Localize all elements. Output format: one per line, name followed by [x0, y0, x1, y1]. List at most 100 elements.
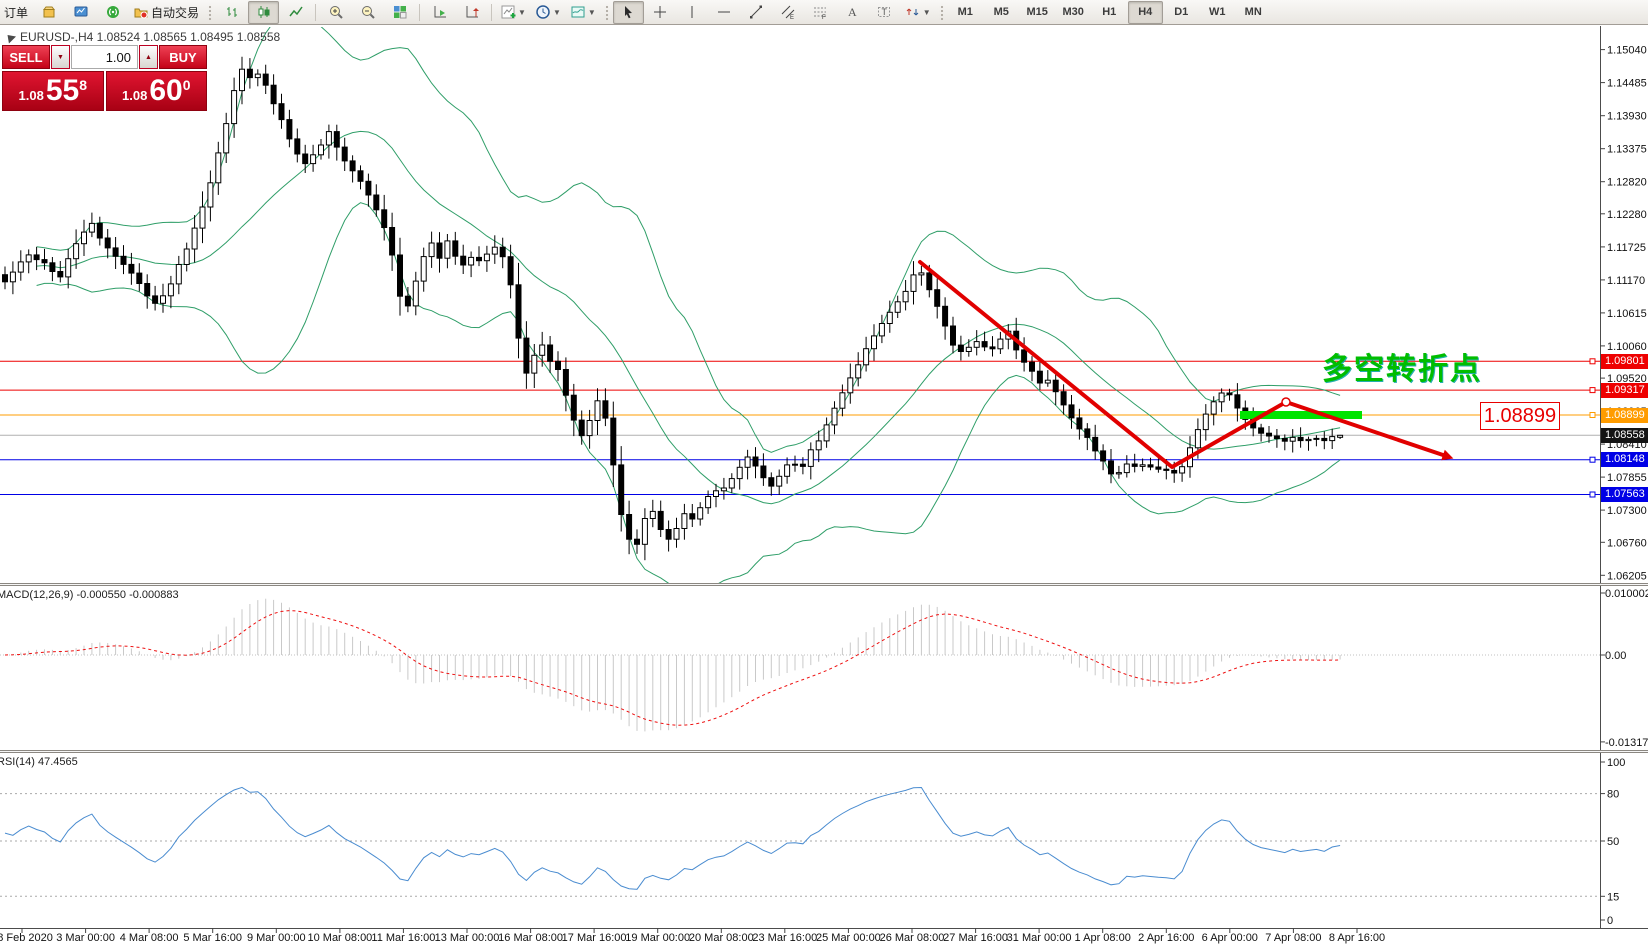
- volume-decrease-button[interactable]: ▼: [51, 45, 70, 69]
- svg-text:16 Mar 08:00: 16 Mar 08:00: [498, 932, 563, 944]
- svg-text:0.00: 0.00: [1605, 650, 1626, 662]
- new-order-button[interactable]: 订单: [0, 1, 32, 24]
- templates-button[interactable]: ▼: [566, 1, 600, 24]
- svg-text:5 Mar 16:00: 5 Mar 16:00: [183, 932, 242, 944]
- hline-icon: [716, 4, 732, 20]
- market-icon: [73, 4, 89, 20]
- candles-icon: [256, 4, 272, 20]
- signal-button[interactable]: [97, 1, 128, 24]
- volume-increase-button[interactable]: ▲: [139, 45, 158, 69]
- svg-text:E: E: [790, 15, 794, 20]
- svg-text:25 Mar 00:00: 25 Mar 00:00: [816, 932, 881, 944]
- svg-text:1.12820: 1.12820: [1607, 177, 1647, 189]
- buy-price-button[interactable]: 1.08 60 0: [106, 71, 208, 111]
- tile-icon: [392, 4, 408, 20]
- tile-windows-button[interactable]: [384, 1, 415, 24]
- text-label-button[interactable]: T: [869, 1, 900, 24]
- toolbar-grip: [939, 4, 944, 21]
- svg-text:8 Apr 16:00: 8 Apr 16:00: [1329, 932, 1385, 944]
- svg-text:1.13375: 1.13375: [1607, 144, 1647, 156]
- text-button[interactable]: A: [837, 1, 868, 24]
- price-axis-badge: 1.09317: [1601, 383, 1648, 398]
- svg-text:1.07300: 1.07300: [1607, 505, 1647, 517]
- chevron-down-icon: ▼: [553, 8, 561, 17]
- chart-shift-button[interactable]: [456, 1, 487, 24]
- vertical-line-button[interactable]: [677, 1, 708, 24]
- svg-text:9 Mar 00:00: 9 Mar 00:00: [247, 932, 306, 944]
- timeframe-m30[interactable]: M30: [1056, 1, 1091, 24]
- fibonacci-button[interactable]: F: [805, 1, 836, 24]
- cursor-icon: [620, 4, 636, 20]
- horizontal-line-button[interactable]: [709, 1, 740, 24]
- autoscroll-button[interactable]: [424, 1, 455, 24]
- svg-text:6 Apr 00:00: 6 Apr 00:00: [1202, 932, 1258, 944]
- timeframe-d1[interactable]: D1: [1164, 1, 1199, 24]
- template-icon: [570, 4, 586, 20]
- toolbar-separator: [491, 4, 492, 21]
- collapse-panel-icon[interactable]: [4, 31, 16, 43]
- buy-price-pip: 0: [183, 77, 191, 93]
- svg-text:80: 80: [1607, 789, 1619, 801]
- timeframe-mn[interactable]: MN: [1236, 1, 1271, 24]
- arrows-icon: [905, 4, 921, 20]
- volume-input[interactable]: 1.00: [71, 45, 138, 69]
- clock-icon: [535, 4, 551, 20]
- svg-text:1.13930: 1.13930: [1607, 111, 1647, 123]
- sell-price-button[interactable]: 1.08 55 8: [2, 71, 104, 111]
- symbol-ohlc-text: EURUSD-,H4 1.08524 1.08565 1.08495 1.085…: [20, 30, 280, 44]
- price-axis-badge: 1.08558: [1601, 428, 1648, 443]
- autoscroll-icon: [432, 4, 448, 20]
- zoom-in-icon: [328, 4, 344, 20]
- svg-text:11 Mar 16:00: 11 Mar 16:00: [371, 932, 435, 944]
- svg-text:1.15040: 1.15040: [1607, 45, 1647, 57]
- svg-text:27 Mar 16:00: 27 Mar 16:00: [943, 932, 1008, 944]
- svg-text:1.06760: 1.06760: [1607, 537, 1647, 549]
- arrows-button[interactable]: ▼: [901, 1, 935, 24]
- signal-icon: [105, 4, 121, 20]
- timeframe-m15[interactable]: M15: [1020, 1, 1055, 24]
- timeframe-h1[interactable]: H1: [1092, 1, 1127, 24]
- bars-icon: [224, 4, 240, 20]
- zoom-out-button[interactable]: [352, 1, 383, 24]
- trendline-button[interactable]: [741, 1, 772, 24]
- svg-text:1.11170: 1.11170: [1607, 275, 1645, 287]
- sell-button[interactable]: SELL: [2, 45, 50, 69]
- timeframe-h4[interactable]: H4: [1128, 1, 1163, 24]
- svg-text:F: F: [822, 15, 826, 20]
- autotrade-button[interactable]: 自动交易: [129, 1, 203, 24]
- svg-text:20 Mar 08:00: 20 Mar 08:00: [689, 932, 754, 944]
- toolbar-separator: [419, 4, 420, 21]
- package-icon: [41, 4, 57, 20]
- svg-text:2 Apr 16:00: 2 Apr 16:00: [1138, 932, 1194, 944]
- cursor-button[interactable]: [613, 1, 644, 24]
- bar-chart-button[interactable]: [216, 1, 247, 24]
- one-click-trade-panel: SELL ▼ 1.00 ▲ BUY 1.08 55 8 1.08 60 0: [2, 45, 207, 111]
- svg-text:7 Apr 08:00: 7 Apr 08:00: [1265, 932, 1321, 944]
- svg-text:1.11725: 1.11725: [1607, 242, 1646, 254]
- buy-button[interactable]: BUY: [159, 45, 207, 69]
- sell-price-main: 55: [46, 74, 79, 108]
- crosshair-button[interactable]: [645, 1, 676, 24]
- package-button[interactable]: [33, 1, 64, 24]
- timeframe-m5[interactable]: M5: [984, 1, 1019, 24]
- indicators-button[interactable]: ▼: [496, 1, 530, 24]
- svg-text:1.14485: 1.14485: [1607, 78, 1647, 90]
- market-watch-button[interactable]: [65, 1, 96, 24]
- candlestick-button[interactable]: [248, 1, 279, 24]
- line-chart-button[interactable]: [280, 1, 311, 24]
- rsi-label: RSI(14) 47.4565: [0, 756, 78, 768]
- timeframe-w1[interactable]: W1: [1200, 1, 1235, 24]
- fibo-icon: F: [812, 4, 828, 20]
- svg-text:31 Mar 00:00: 31 Mar 00:00: [1007, 932, 1072, 944]
- turning-point-annotation[interactable]: 多空转折点: [1322, 344, 1542, 388]
- periods-button[interactable]: ▼: [531, 1, 565, 24]
- equidistant-channel-button[interactable]: E: [773, 1, 804, 24]
- toolbar-grip: [604, 4, 609, 21]
- chevron-down-icon: ▼: [518, 8, 526, 17]
- chevron-down-icon: ▼: [588, 8, 596, 17]
- trendline-icon: [748, 4, 764, 20]
- autotrade-icon: [133, 4, 149, 20]
- zoom-in-button[interactable]: [320, 1, 351, 24]
- price-flag-label[interactable]: 1.08899: [1480, 402, 1560, 430]
- timeframe-m1[interactable]: M1: [948, 1, 983, 24]
